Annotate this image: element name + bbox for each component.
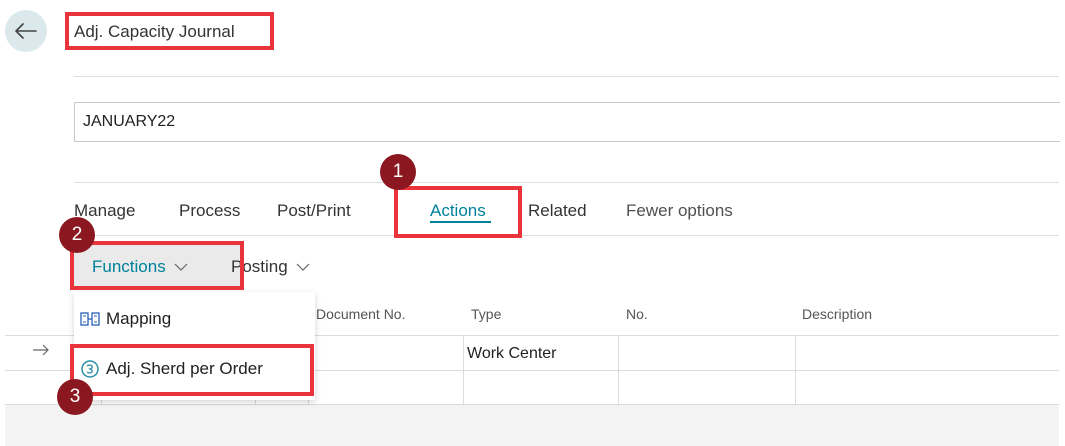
header-divider — [74, 76, 1059, 77]
callout-box-title — [65, 12, 274, 50]
tab-fewer-options[interactable]: Fewer options — [626, 201, 733, 221]
callout-box-adj-sherd — [70, 344, 314, 396]
callout-badge-2: 2 — [59, 217, 95, 253]
column-header-document-no[interactable]: Document No. — [316, 306, 405, 322]
tab-related[interactable]: Related — [528, 201, 587, 221]
mapping-icon — [80, 312, 100, 326]
back-button[interactable] — [5, 10, 47, 52]
current-row-indicator — [32, 341, 50, 361]
grid-column-divider — [618, 336, 619, 405]
column-header-no[interactable]: No. — [626, 306, 648, 322]
callout-box-functions — [70, 241, 244, 290]
actionbar-top-divider — [74, 182, 1059, 183]
grid-empty-area — [5, 405, 1059, 446]
batch-name-field[interactable] — [74, 102, 1060, 142]
callout-box-actions — [394, 186, 522, 238]
column-header-type[interactable]: Type — [471, 306, 501, 322]
grid-column-divider — [795, 336, 796, 405]
grid-column-divider — [463, 336, 464, 405]
menu-item-mapping[interactable]: Mapping — [80, 309, 171, 329]
tab-post-print[interactable]: Post/Print — [277, 201, 351, 221]
cell-type[interactable]: Work Center — [467, 345, 557, 363]
column-header-description[interactable]: Description — [802, 306, 872, 322]
callout-badge-1: 1 — [380, 154, 416, 190]
actionbar-bottom-divider — [74, 235, 1059, 236]
arrow-left-icon — [15, 23, 37, 39]
arrow-right-icon — [33, 344, 49, 356]
tab-process[interactable]: Process — [179, 201, 240, 221]
menu-item-mapping-label: Mapping — [106, 309, 172, 328]
chevron-down-icon — [297, 263, 310, 271]
callout-badge-3: 3 — [57, 379, 93, 415]
